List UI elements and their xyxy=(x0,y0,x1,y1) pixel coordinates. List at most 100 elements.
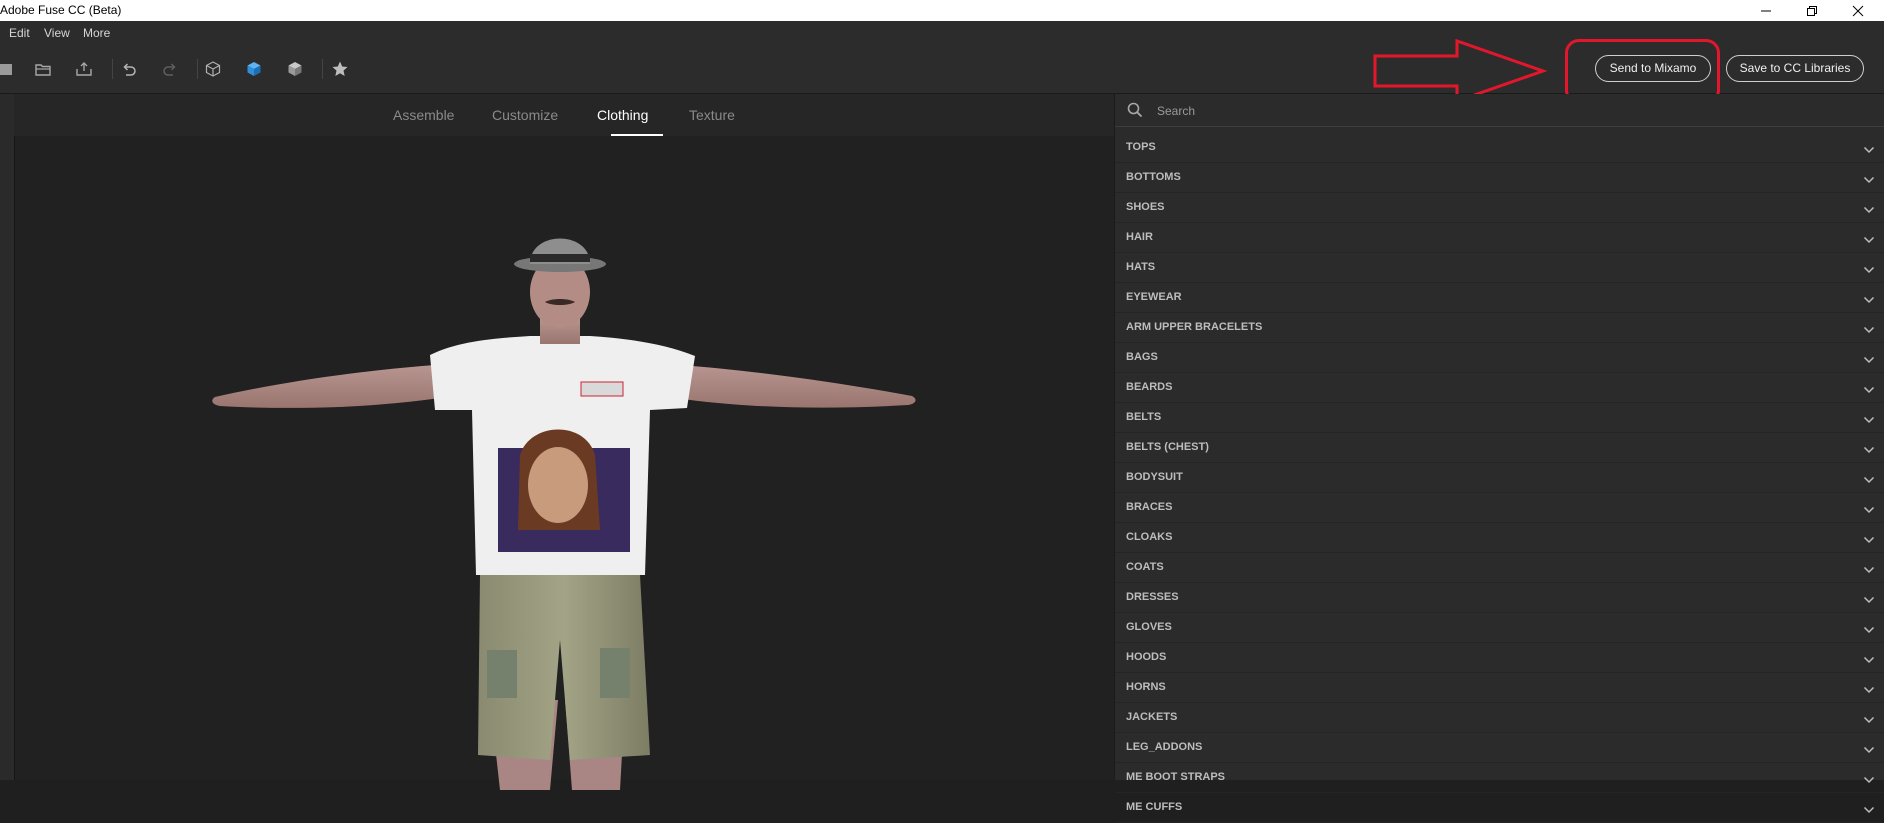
category-bodysuit[interactable]: BODYSUIT xyxy=(1115,463,1884,493)
category-label: BOTTOMS xyxy=(1126,171,1181,183)
tab-clothing[interactable]: Clothing xyxy=(597,94,648,136)
category-label: BODYSUIT xyxy=(1126,471,1183,483)
category-dresses[interactable]: DRESSES xyxy=(1115,583,1884,613)
category-label: BAGS xyxy=(1126,351,1158,363)
category-label: HORNS xyxy=(1126,681,1166,693)
left-collapse-strip[interactable] xyxy=(0,94,15,780)
close-icon[interactable] xyxy=(1835,0,1881,21)
undo-icon[interactable] xyxy=(117,57,141,81)
chevron-down-icon xyxy=(1863,412,1875,430)
category-jackets[interactable]: JACKETS xyxy=(1115,703,1884,733)
save-to-cc-libraries-button[interactable]: Save to CC Libraries xyxy=(1726,55,1864,82)
chevron-down-icon xyxy=(1863,532,1875,550)
category-eyewear[interactable]: EYEWEAR xyxy=(1115,283,1884,313)
tab-texture[interactable]: Texture xyxy=(689,94,735,136)
chevron-down-icon xyxy=(1863,802,1875,820)
chevron-down-icon xyxy=(1863,712,1875,730)
category-bags[interactable]: BAGS xyxy=(1115,343,1884,373)
category-belts-chest[interactable]: BELTS (CHEST) xyxy=(1115,433,1884,463)
wireframe-cube-icon[interactable] xyxy=(201,57,225,81)
category-horns[interactable]: HORNS xyxy=(1115,673,1884,703)
new-file-icon[interactable] xyxy=(0,57,18,81)
category-label: HAIR xyxy=(1126,231,1153,243)
category-label: GLOVES xyxy=(1126,621,1172,633)
category-shoes[interactable]: SHOES xyxy=(1115,193,1884,223)
category-label: BELTS xyxy=(1126,411,1162,423)
chevron-down-icon xyxy=(1863,592,1875,610)
menu-edit[interactable]: Edit xyxy=(9,21,30,45)
toolbar-separator xyxy=(112,59,113,79)
category-me-boot-straps[interactable]: ME BOOT STRAPS xyxy=(1115,763,1884,793)
category-label: HOODS xyxy=(1126,651,1167,663)
category-label: HATS xyxy=(1126,261,1156,273)
solid-cube-icon[interactable] xyxy=(242,57,266,81)
chevron-down-icon xyxy=(1863,262,1875,280)
category-label: SHOES xyxy=(1126,201,1165,213)
chevron-down-icon xyxy=(1863,292,1875,310)
toolbar-separator xyxy=(197,59,198,79)
category-tops[interactable]: TOPS xyxy=(1115,133,1884,163)
category-label: BEARDS xyxy=(1126,381,1173,393)
title-bar: Adobe Fuse CC (Beta) xyxy=(0,0,1884,21)
category-label: EYEWEAR xyxy=(1126,291,1182,303)
category-label: ME BOOT STRAPS xyxy=(1126,771,1226,783)
category-leg-addons[interactable]: LEG_ADDONS xyxy=(1115,733,1884,763)
category-beards[interactable]: BEARDS xyxy=(1115,373,1884,403)
restore-icon[interactable] xyxy=(1789,0,1835,21)
category-label: LEG_ADDONS xyxy=(1126,741,1203,753)
chevron-down-icon xyxy=(1863,172,1875,190)
category-list: TOPS BOTTOMS SHOES HAIR HATS EYEWEAR ARM UPPER… xyxy=(1115,133,1884,823)
category-label: JACKETS xyxy=(1126,711,1178,723)
chevron-down-icon xyxy=(1863,502,1875,520)
active-tab-indicator xyxy=(611,134,663,136)
category-label: DRESSES xyxy=(1126,591,1179,603)
menu-view[interactable]: View xyxy=(44,21,70,45)
chevron-down-icon xyxy=(1863,772,1875,790)
star-icon[interactable] xyxy=(328,57,352,81)
category-cloaks[interactable]: CLOAKS xyxy=(1115,523,1884,553)
category-hoods[interactable]: HOODS xyxy=(1115,643,1884,673)
category-hats[interactable]: HATS xyxy=(1115,253,1884,283)
chevron-down-icon xyxy=(1863,232,1875,250)
category-coats[interactable]: COATS xyxy=(1115,553,1884,583)
window-title: Adobe Fuse CC (Beta) xyxy=(0,3,122,17)
chevron-down-icon xyxy=(1863,142,1875,160)
workflow-tabs: Assemble Customize Clothing Texture xyxy=(14,94,1114,136)
category-me-cuffs[interactable]: ME CUFFS xyxy=(1115,793,1884,823)
search-icon xyxy=(1127,102,1143,123)
search-bar xyxy=(1115,94,1884,127)
category-bottoms[interactable]: BOTTOMS xyxy=(1115,163,1884,193)
chevron-down-icon xyxy=(1863,652,1875,670)
category-label: BRACES xyxy=(1126,501,1173,513)
chevron-down-icon xyxy=(1863,352,1875,370)
chevron-down-icon xyxy=(1863,742,1875,760)
chevron-down-icon xyxy=(1863,472,1875,490)
export-icon[interactable] xyxy=(72,57,96,81)
chevron-down-icon xyxy=(1863,382,1875,400)
chevron-down-icon xyxy=(1863,622,1875,640)
chevron-down-icon xyxy=(1863,682,1875,700)
chevron-down-icon xyxy=(1863,442,1875,460)
chevron-down-icon xyxy=(1863,202,1875,220)
category-gloves[interactable]: GLOVES xyxy=(1115,613,1884,643)
shaded-cube-icon[interactable] xyxy=(283,57,307,81)
category-label: COATS xyxy=(1126,561,1164,573)
category-arm-upper-bracelets[interactable]: ARM UPPER BRACELETS xyxy=(1115,313,1884,343)
category-braces[interactable]: BRACES xyxy=(1115,493,1884,523)
category-label: BELTS (CHEST) xyxy=(1126,441,1209,453)
open-folder-icon[interactable] xyxy=(31,57,55,81)
tab-customize[interactable]: Customize xyxy=(492,94,558,136)
chevron-down-icon xyxy=(1863,322,1875,340)
category-label: ARM UPPER BRACELETS xyxy=(1126,321,1263,333)
chevron-down-icon xyxy=(1863,562,1875,580)
category-belts[interactable]: BELTS xyxy=(1115,403,1884,433)
category-label: ME CUFFS xyxy=(1126,801,1183,813)
redo-icon[interactable] xyxy=(158,57,182,81)
category-label: CLOAKS xyxy=(1126,531,1173,543)
character-model[interactable] xyxy=(200,230,940,795)
search-input[interactable] xyxy=(1155,100,1859,122)
tab-assemble[interactable]: Assemble xyxy=(393,94,454,136)
category-hair[interactable]: HAIR xyxy=(1115,223,1884,253)
minimize-icon[interactable] xyxy=(1743,0,1789,21)
menu-more[interactable]: More xyxy=(83,21,110,45)
